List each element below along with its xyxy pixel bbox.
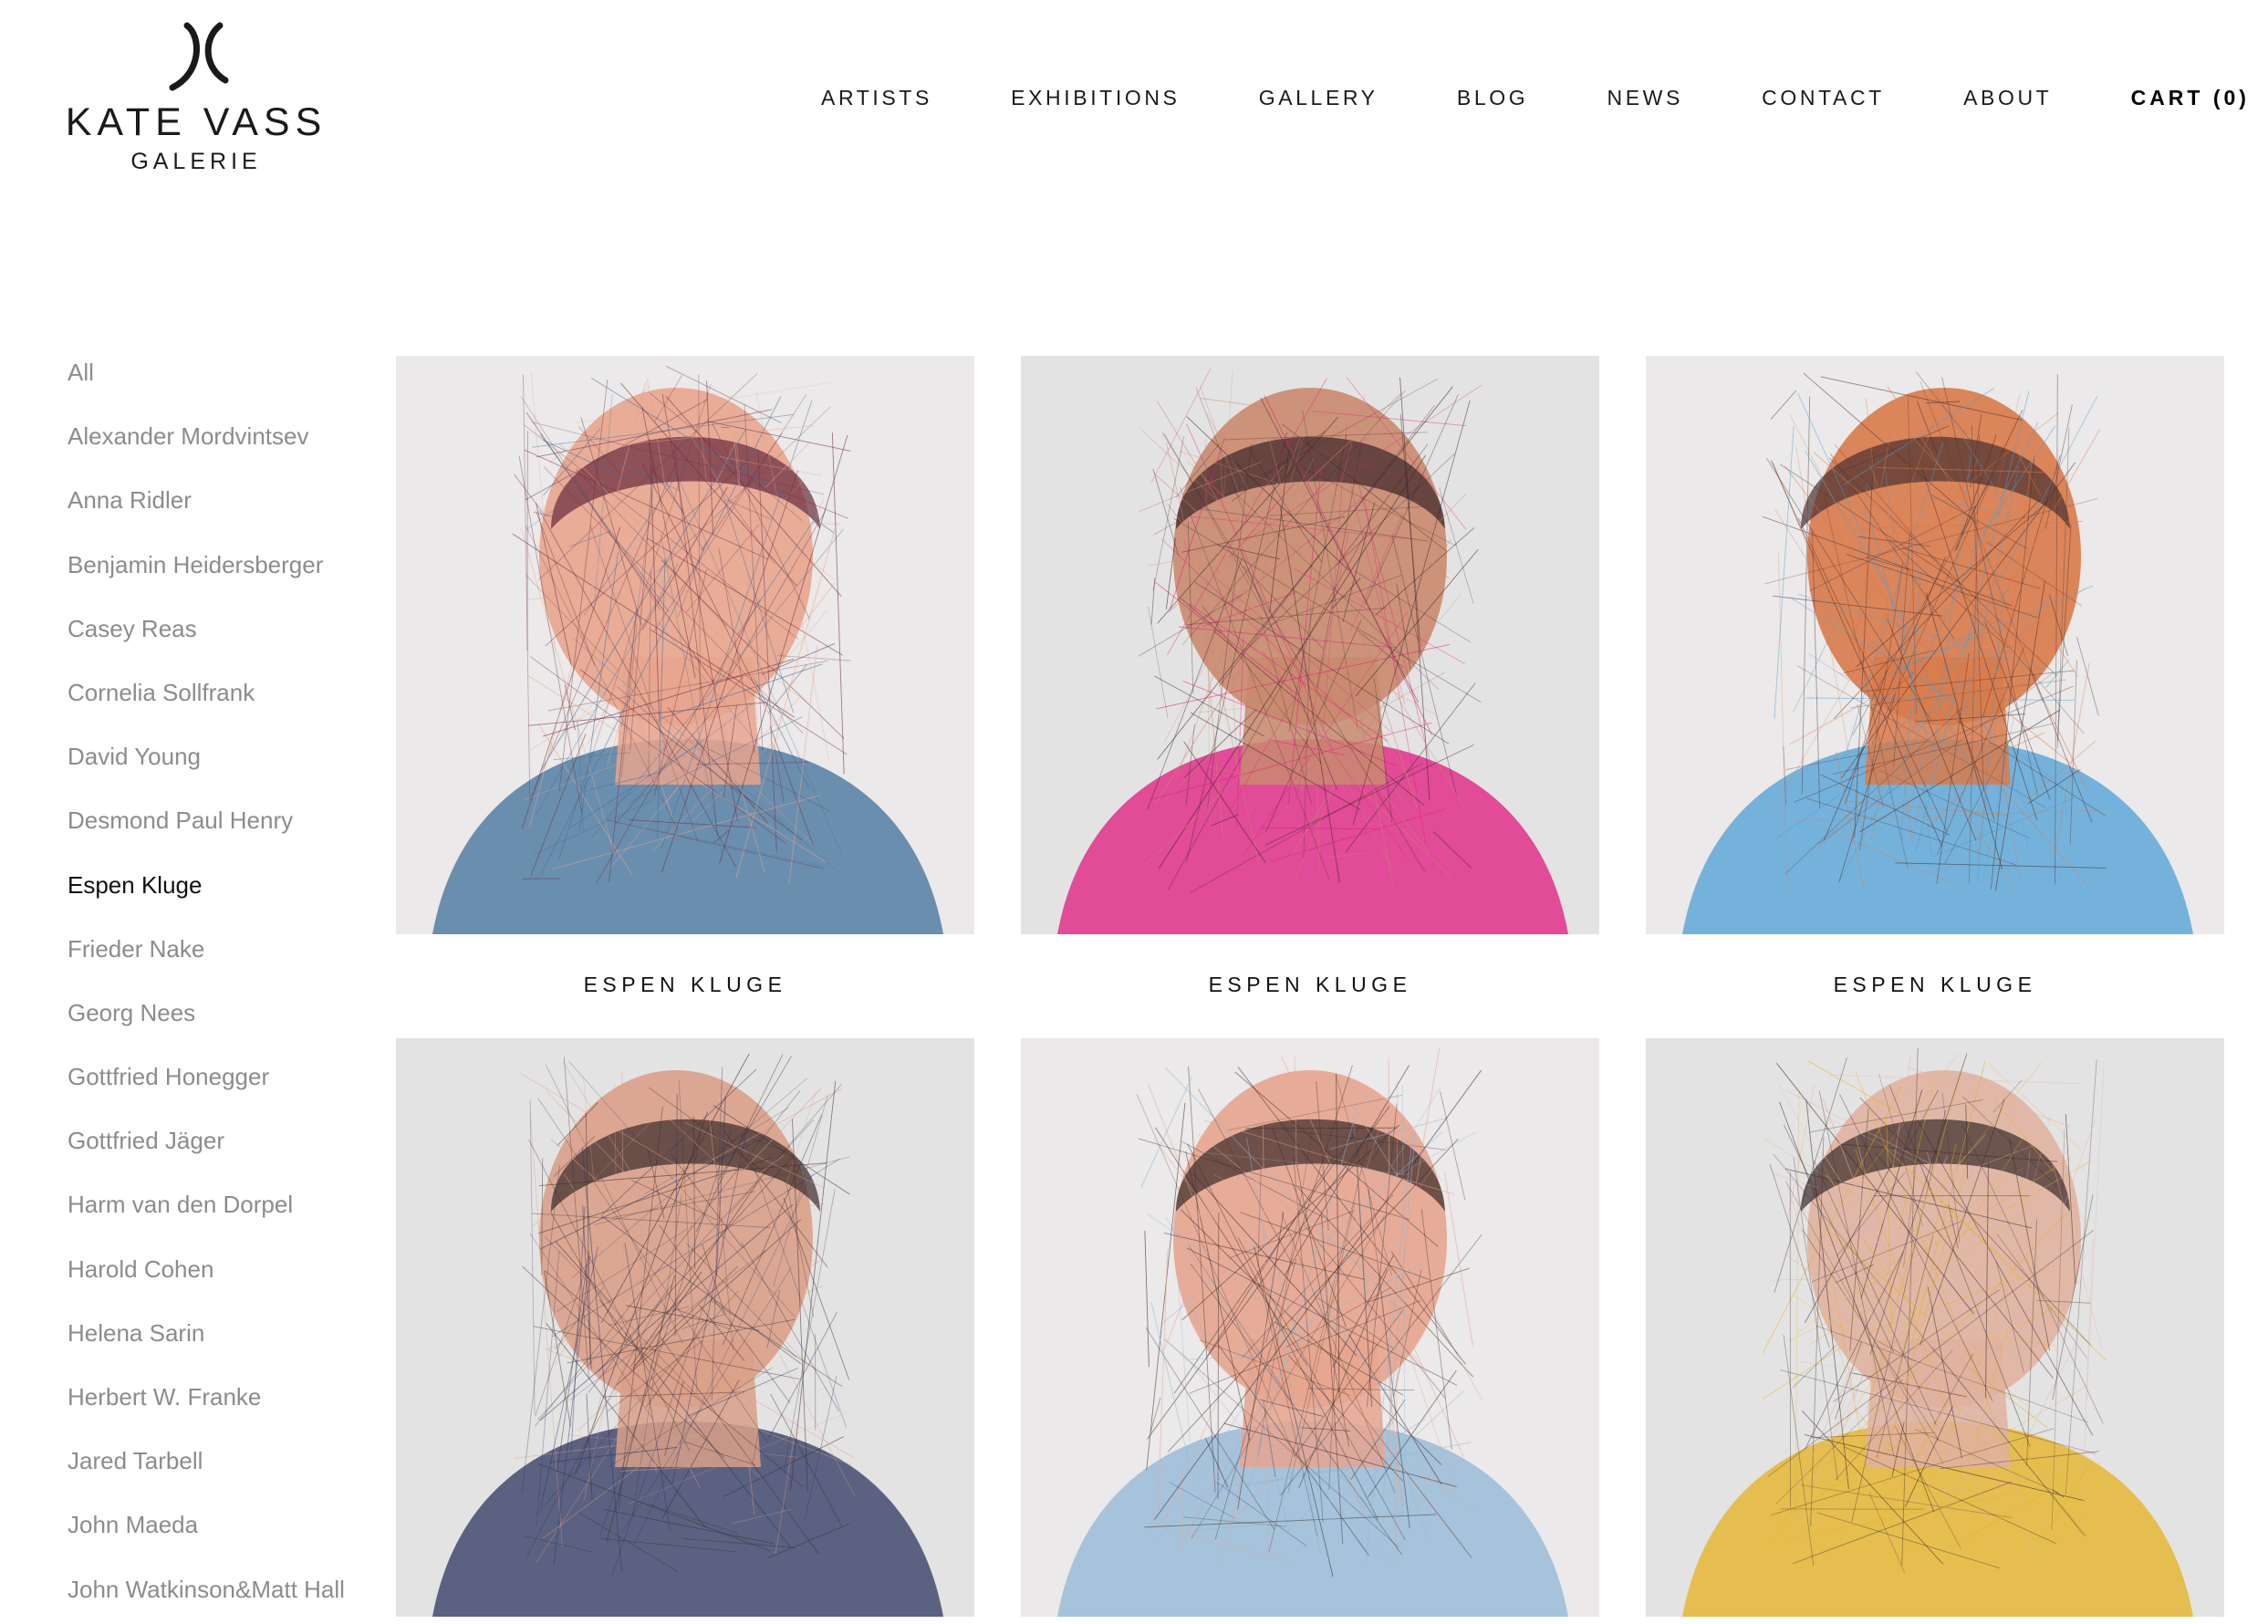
- nav-about[interactable]: ABOUT: [1963, 86, 2052, 110]
- page: KATE VASS GALERIE ARTISTS EXHIBITIONS GA…: [0, 0, 2268, 1624]
- sidebar-item-georg-nees[interactable]: Georg Nees: [68, 994, 378, 1058]
- brand-sub: GALERIE: [130, 149, 262, 174]
- sidebar-item-gottfried-j-ger[interactable]: Gottfried Jäger: [68, 1122, 378, 1186]
- sidebar-item-frieder-nake[interactable]: Frieder Nake: [68, 931, 378, 994]
- nav-exhibitions[interactable]: EXHIBITIONS: [1011, 86, 1180, 110]
- kv-logo-icon: [169, 22, 229, 91]
- artist-filter-list: All Alexander Mordvintsev Anna Ridler Benja…: [68, 354, 378, 1624]
- sidebar-item-harm-van-den-dorpel[interactable]: Harm van den Dorpel: [68, 1186, 378, 1250]
- sidebar-item-cornelia-sollfrank[interactable]: Cornelia Sollfrank: [68, 674, 378, 738]
- nav-blog[interactable]: BLOG: [1457, 86, 1528, 110]
- sidebar-item-helena-sarin[interactable]: Helena Sarin: [68, 1315, 378, 1379]
- sidebar-item-david-young[interactable]: David Young: [68, 738, 378, 802]
- artwork-card[interactable]: [1646, 1038, 2224, 1617]
- sidebar-item-anna-ridler[interactable]: Anna Ridler: [68, 482, 378, 546]
- sidebar-item-john-maeda[interactable]: John Maeda: [68, 1506, 378, 1570]
- sidebar-item-desmond-paul-henry[interactable]: Desmond Paul Henry: [68, 802, 378, 866]
- cart-link[interactable]: CART (0): [2131, 86, 2250, 110]
- main-nav: ARTISTS EXHIBITIONS GALLERY BLOG NEWS CO…: [821, 86, 2250, 110]
- artwork-card[interactable]: ESPEN KLUGE: [396, 356, 974, 997]
- artwork-card[interactable]: [396, 1038, 974, 1617]
- portrait-magenta-shirt-icon: [1021, 356, 1599, 934]
- sidebar-item-herbert-w-franke[interactable]: Herbert W. Franke: [68, 1379, 378, 1442]
- sidebar-item-espen-kluge[interactable]: Espen Kluge: [68, 867, 378, 931]
- nav-news[interactable]: NEWS: [1607, 86, 1682, 110]
- nav-artists[interactable]: ARTISTS: [821, 86, 932, 110]
- artwork-card[interactable]: ESPEN KLUGE: [1021, 356, 1599, 997]
- sidebar-item-alexander-mordvintsev[interactable]: Alexander Mordvintsev: [68, 418, 378, 482]
- brand-logo[interactable]: KATE VASS GALERIE: [64, 20, 328, 184]
- nav-contact[interactable]: CONTACT: [1762, 86, 1885, 110]
- nav-gallery[interactable]: GALLERY: [1259, 86, 1378, 110]
- artwork-artist-caption[interactable]: ESPEN KLUGE: [396, 973, 974, 997]
- sidebar-item-jared-tarbell[interactable]: Jared Tarbell: [68, 1442, 378, 1506]
- sidebar-item-john-watkinson-matt-hall[interactable]: John Watkinson&Matt Hall: [68, 1571, 378, 1624]
- artwork-card[interactable]: [1021, 1038, 1599, 1617]
- sidebar-item-gottfried-honegger[interactable]: Gottfried Honegger: [68, 1058, 378, 1122]
- sidebar-item-all[interactable]: All: [68, 354, 378, 418]
- artwork-card[interactable]: ESPEN KLUGE: [1646, 356, 2224, 997]
- artwork-artist-caption[interactable]: ESPEN KLUGE: [1021, 973, 1599, 997]
- brand-name: KATE VASS: [65, 100, 328, 144]
- artwork-artist-caption[interactable]: ESPEN KLUGE: [1646, 973, 2224, 997]
- sidebar-item-harold-cohen[interactable]: Harold Cohen: [68, 1251, 378, 1315]
- portrait-blue-collar-icon: [1646, 356, 2224, 934]
- portrait-yellow-shirt-icon: [1646, 1038, 2224, 1617]
- sidebar-item-benjamin-heidersberger[interactable]: Benjamin Heidersberger: [68, 547, 378, 610]
- portrait-pink-blue-icon: [396, 356, 974, 934]
- portrait-navy-shirt-icon: [396, 1038, 974, 1617]
- sidebar-item-casey-reas[interactable]: Casey Reas: [68, 610, 378, 674]
- portrait-pale-blue-icon: [1021, 1038, 1599, 1617]
